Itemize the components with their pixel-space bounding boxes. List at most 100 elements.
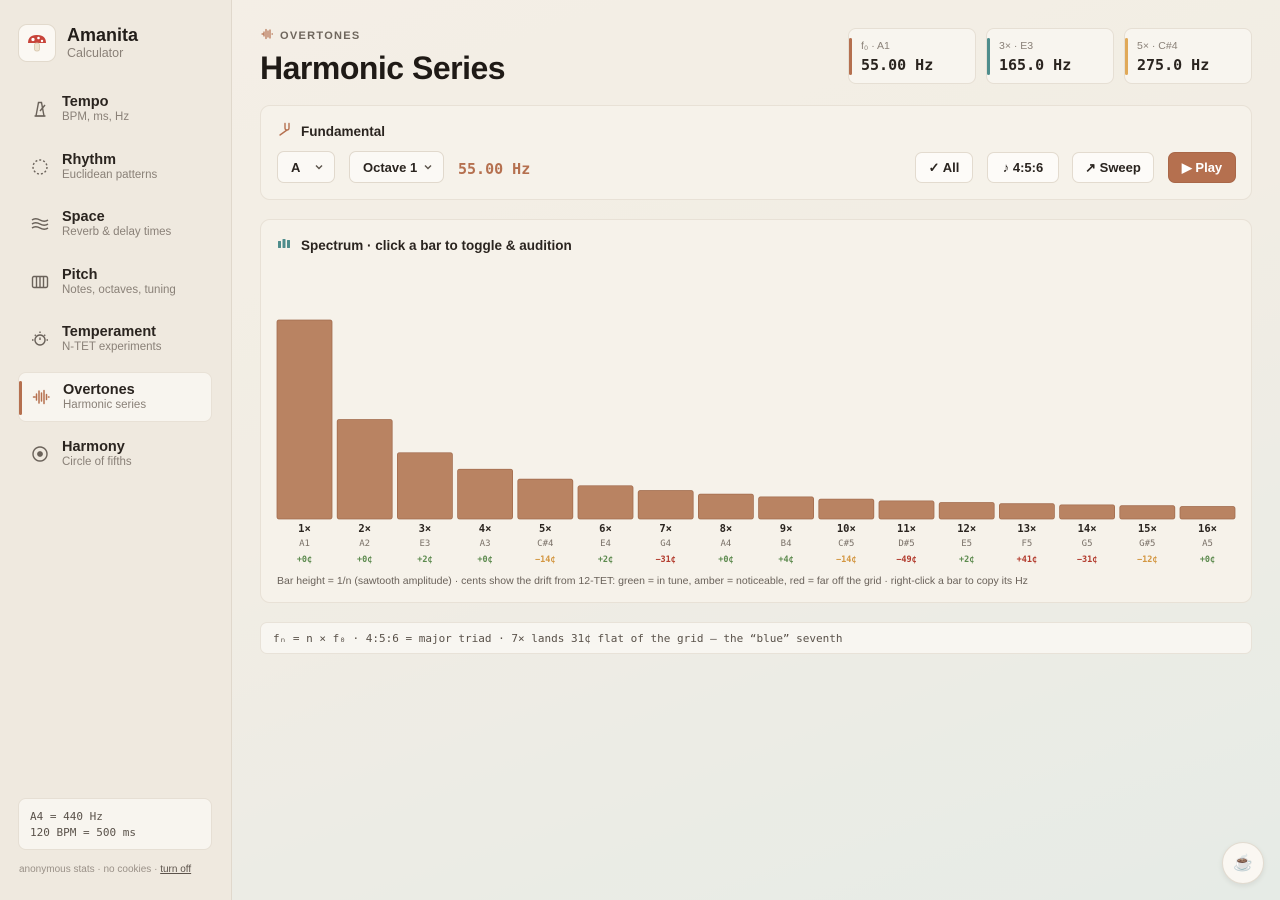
fundamental-card: Fundamental A Octave 1 55.00 Hz ✓ All ♪ …	[260, 105, 1252, 200]
sweep-button[interactable]: ↗ Sweep	[1072, 152, 1154, 183]
harmonic-bar[interactable]	[697, 493, 754, 520]
harmonic-note-label: E3	[419, 539, 431, 549]
sidebar-item-subtitle: BPM, ms, Hz	[62, 111, 130, 123]
sidebar-item-rhythm[interactable]: Rhythm Euclidean patterns	[18, 142, 212, 192]
formula-note: fₙ = n × f₀ · 4:5:6 = major triad · 7× l…	[260, 622, 1252, 654]
reference-tempo: 120 BPM = 500 ms	[30, 826, 136, 839]
harmonic-note-label: A5	[1202, 539, 1213, 549]
harmonic-bar[interactable]	[878, 500, 935, 520]
stat-value: 165.0 Hz	[999, 56, 1072, 74]
sun-timer-icon	[30, 329, 50, 349]
harmonic-cents-label: +2¢	[417, 555, 433, 565]
sidebar-item-subtitle: Circle of fifths	[62, 456, 132, 468]
note-select-value: A	[291, 159, 301, 175]
sidebar-item-harmony[interactable]: Harmony Circle of fifths	[18, 429, 212, 479]
sidebar-item-pitch[interactable]: Pitch Notes, octaves, tuning	[18, 257, 212, 307]
waveform-icon	[261, 28, 274, 43]
sidebar-item-subtitle: N-TET experiments	[62, 341, 162, 353]
sidebar-item-title: Space	[62, 209, 105, 225]
waveform-icon	[31, 387, 51, 407]
harmonic-note-label: A2	[359, 539, 371, 549]
stat-value: 275.0 Hz	[1137, 56, 1210, 74]
harmonic-bar[interactable]	[637, 490, 694, 520]
stat-label: 3× · E3	[999, 40, 1034, 52]
brand[interactable]: Amanita Calculator	[18, 24, 138, 62]
sidebar-item-overtones[interactable]: Overtones Harmonic series	[18, 371, 212, 422]
harmonic-number-label: 8×	[719, 523, 733, 535]
harmonic-bar[interactable]	[1179, 506, 1236, 520]
fundamental-frequency: 55.00 Hz	[458, 160, 531, 178]
harmonic-note-label: C#5	[838, 539, 855, 549]
harmonic-cents-label: +0¢	[1199, 555, 1216, 565]
harmonic-bar[interactable]	[396, 452, 453, 520]
harmonic-bar[interactable]	[336, 419, 393, 520]
harmonic-note-label: G5	[1081, 539, 1093, 549]
octave-select[interactable]: Octave 1	[349, 151, 444, 183]
harmonic-note-label: E5	[961, 539, 973, 549]
harmonic-bar[interactable]	[1119, 505, 1176, 520]
harmonic-number-label: 2×	[358, 523, 372, 535]
harmonic-cents-label: +2¢	[959, 555, 975, 565]
triad-button[interactable]: ♪ 4:5:6	[987, 152, 1059, 183]
select-all-button[interactable]: ✓ All	[915, 152, 973, 183]
harmonic-note-label: B4	[780, 539, 792, 549]
sidebar-item-title: Overtones	[63, 381, 135, 398]
sidebar-nav: Tempo BPM, ms, Hz Rhythm Euclidean patte…	[18, 84, 212, 487]
harmonic-number-label: 16×	[1198, 523, 1217, 535]
play-button[interactable]: ▶ Play	[1168, 152, 1236, 183]
turn-off-link[interactable]: turn off	[160, 864, 191, 875]
harmonic-cents-label: +0¢	[477, 555, 493, 565]
waves-icon	[30, 214, 50, 234]
harmonic-cents-label: −12¢	[1137, 555, 1158, 565]
sidebar-item-space[interactable]: Space Reverb & delay times	[18, 199, 212, 249]
harmonic-bar[interactable]	[517, 478, 574, 520]
harmonic-number-label: 3×	[418, 523, 432, 535]
harmonic-number-label: 13×	[1017, 523, 1037, 535]
harmonic-number-label: 15×	[1137, 523, 1157, 535]
chevron-down-icon	[313, 161, 325, 176]
sidebar-item-subtitle: Euclidean patterns	[62, 168, 158, 181]
octave-select-value: Octave 1	[363, 159, 418, 175]
harmonic-note-label: E4	[600, 539, 611, 549]
harmonic-number-label: 14×	[1077, 523, 1097, 535]
harmonic-cents-label: +2¢	[597, 555, 614, 565]
harmonic-bar[interactable]	[758, 496, 815, 520]
reference-pitch: A4 = 440 Hz	[30, 810, 103, 823]
harmonic-note-label: F5	[1021, 539, 1033, 549]
harmonic-note-label: A1	[299, 539, 310, 549]
spectrum-bars	[276, 319, 1236, 520]
harmonic-bar[interactable]	[1059, 504, 1115, 520]
sidebar-item-title: Temperament	[62, 324, 157, 340]
harmonic-bar[interactable]	[577, 485, 634, 520]
coffee-button[interactable]: ☕	[1222, 842, 1264, 884]
sidebar-item-title: Harmony	[62, 439, 125, 455]
spectrum-caption: Bar height = 1/n (sawtooth amplitude) · …	[277, 575, 1028, 587]
harmonic-cents-label: +0¢	[296, 555, 313, 565]
harmonic-bar[interactable]	[818, 498, 875, 520]
dotted-circle-icon	[30, 157, 50, 177]
target-circle-icon	[30, 444, 50, 464]
tuning-fork-icon	[277, 122, 291, 141]
harmonic-note-label: G4	[660, 539, 672, 549]
harmonic-number-label: 10×	[836, 523, 856, 535]
piano-icon	[30, 272, 50, 292]
eyebrow: OVERTONES	[261, 28, 361, 43]
harmonic-bar[interactable]	[457, 468, 514, 520]
harmonic-cents-label: −14¢	[836, 555, 857, 565]
reference-box: A4 = 440 Hz 120 BPM = 500 ms	[18, 798, 212, 850]
mushroom-logo-icon	[18, 24, 56, 62]
stat-value: 55.00 Hz	[861, 56, 934, 74]
sidebar-item-temperament[interactable]: Temperament N-TET experiments	[18, 314, 212, 364]
harmonic-bar[interactable]	[938, 502, 995, 520]
spectrum-chart: 1× A1 +0¢ 2× A2 +0¢ 3× E3 +2¢ 4× A3 +0¢ 5× C#4 −14¢ 6× E…	[261, 220, 1253, 580]
stat-label: 5× · C#4	[1137, 40, 1178, 52]
note-select[interactable]: A	[277, 151, 335, 183]
harmonic-note-label: A4	[720, 539, 732, 549]
harmonic-cents-label: +0¢	[357, 555, 373, 565]
sidebar-item-subtitle: Harmonic series	[63, 398, 147, 411]
coffee-icon: ☕	[1233, 855, 1253, 872]
harmonic-bar[interactable]	[999, 503, 1055, 520]
sidebar-item-tempo[interactable]: Tempo BPM, ms, Hz	[18, 84, 212, 134]
harmonic-number-label: 9×	[779, 523, 793, 535]
harmonic-bar[interactable]	[276, 319, 333, 520]
